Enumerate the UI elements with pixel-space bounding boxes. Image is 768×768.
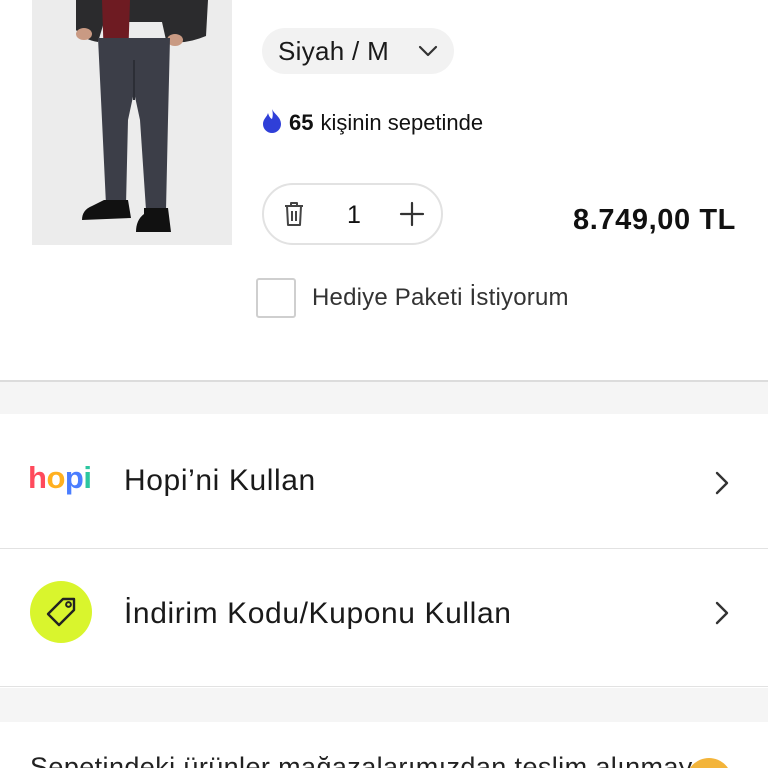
basket-count: 65 — [289, 110, 314, 135]
use-hopi-row[interactable]: hopi Hopi’ni Kullan — [0, 414, 768, 549]
basket-text: kişinin sepetinde — [320, 110, 484, 135]
chevron-right-icon — [712, 600, 732, 631]
product-image[interactable] — [32, 0, 232, 245]
use-coupon-row[interactable]: İndirim Kodu/Kuponu Kullan — [0, 549, 768, 687]
basket-popularity: 65 kişinin sepetinde — [261, 108, 483, 138]
gift-wrap-checkbox[interactable] — [256, 278, 296, 318]
quantity-value: 1 — [347, 201, 361, 229]
gift-wrap-option[interactable]: Hediye Paketi İstiyorum — [256, 278, 569, 318]
variant-select[interactable]: Siyah / M — [262, 28, 454, 74]
store-pickup-info: Sepetindeki ürünler mağazalarımızdan tes… — [0, 722, 768, 768]
product-price: 8.749,00 TL — [573, 204, 736, 236]
quantity-stepper: 1 — [262, 183, 443, 245]
trash-icon[interactable] — [280, 200, 308, 228]
product-photo — [32, 0, 232, 245]
section-gap — [0, 688, 768, 722]
fire-icon — [261, 108, 283, 139]
chevron-down-icon — [416, 39, 440, 68]
plus-icon[interactable] — [398, 200, 426, 228]
use-coupon-label: İndirim Kodu/Kuponu Kullan — [124, 597, 512, 630]
store-pickup-text: Sepetindeki ürünler mağazalarımızdan tes… — [30, 752, 709, 768]
tag-icon — [30, 581, 92, 643]
gift-wrap-label[interactable]: Hediye Paketi İstiyorum — [312, 284, 569, 312]
use-hopi-label: Hopi’ni Kullan — [124, 464, 316, 497]
hopi-logo: hopi — [28, 460, 92, 495]
variant-value: Siyah / M — [278, 35, 390, 66]
chevron-right-icon — [712, 470, 732, 501]
section-gap — [0, 382, 768, 414]
